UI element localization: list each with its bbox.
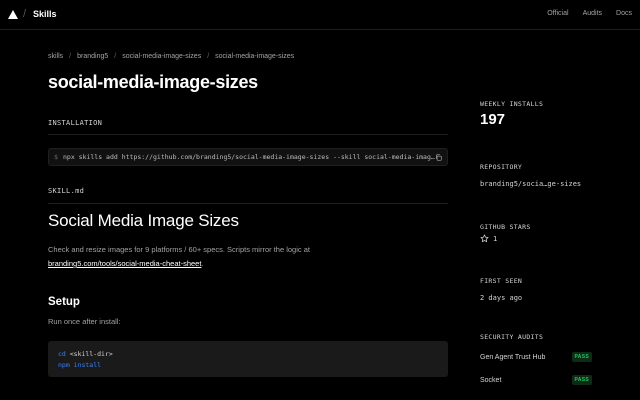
code-line-2: npm install <box>58 361 102 369</box>
logo-triangle-icon[interactable] <box>8 10 18 19</box>
github-stars-row: 1 <box>480 234 497 243</box>
setup-heading: Setup <box>48 296 80 308</box>
skill-file-label: SKILL.md <box>48 187 85 195</box>
breadcrumb-separator: / <box>114 53 117 60</box>
repository-label: REPOSITORY <box>480 163 523 171</box>
github-stars-label: GITHUB STARS <box>480 223 531 231</box>
breadcrumb: skills / branding5 / social-media-image-… <box>48 53 294 60</box>
breadcrumb-item[interactable]: skills <box>48 53 63 60</box>
weekly-installs-label-text: WEEKLY INSTALLS <box>480 100 544 108</box>
page-title: social-media-image-sizes <box>48 72 258 92</box>
first-seen-section: FIRST SEEN 2 days ago <box>480 277 620 302</box>
skill-description: Check and resize images for 9 platforms … <box>48 243 408 271</box>
nav-links: Official Audits Docs <box>547 10 632 17</box>
breadcrumb-separator: / <box>69 53 72 60</box>
audit-name: Gen Agent Trust Hub <box>480 353 546 361</box>
code-block: cd <skill-dir> npm install <box>48 341 448 377</box>
top-nav: / Skills Official Audits Docs <box>0 0 640 30</box>
github-stars-count: 1 <box>493 234 498 243</box>
repository-section: REPOSITORY branding5/socia…ge-sizes <box>480 163 620 188</box>
installation-label: INSTALLATION <box>48 119 103 127</box>
security-audits-section: SECURITY AUDITS <box>480 333 620 341</box>
description-text: Check and resize images for 9 platforms … <box>48 245 310 254</box>
audit-row[interactable]: Socket PASS <box>480 375 592 385</box>
copy-icon[interactable] <box>435 154 442 161</box>
code-keyword: cd <box>58 350 66 358</box>
nav-link-official[interactable]: Official <box>547 10 568 17</box>
nav-link-audits[interactable]: Audits <box>583 10 602 17</box>
repository-link[interactable]: branding5/socia…ge-sizes <box>480 180 620 188</box>
security-audits-label: SECURITY AUDITS <box>480 333 544 341</box>
status-badge: PASS <box>571 352 592 362</box>
star-icon <box>480 234 489 243</box>
status-badge: PASS <box>571 375 592 385</box>
github-stars-section: GITHUB STARS <box>480 223 620 231</box>
install-command[interactable]: npx skills add https://github.com/brandi… <box>63 153 435 161</box>
skill-heading: Social Media Image Sizes <box>48 211 239 230</box>
breadcrumb-item-current: social-media-image-sizes <box>215 53 295 60</box>
nav-separator: / <box>23 8 27 20</box>
code-argument: <skill-dir> <box>65 350 113 358</box>
breadcrumb-item[interactable]: social-media-image-sizes <box>122 53 201 60</box>
cheat-sheet-link[interactable]: branding5.com/tools/social-media-cheat-s… <box>48 259 201 268</box>
weekly-installs-count: 197 <box>480 111 506 128</box>
breadcrumb-separator: / <box>207 53 210 60</box>
audit-row[interactable]: Gen Agent Trust Hub PASS <box>480 352 592 362</box>
nav-title[interactable]: Skills <box>33 9 57 19</box>
first-seen-label: FIRST SEEN <box>480 277 523 285</box>
first-seen-value: 2 days ago <box>480 294 523 302</box>
breadcrumb-item[interactable]: branding5 <box>77 53 108 60</box>
setup-text: Run once after install: <box>48 317 121 326</box>
weekly-installs-label: WEEKLY INSTALLS <box>480 100 620 108</box>
audit-name: Socket <box>480 376 502 384</box>
description-suffix: . <box>201 259 204 268</box>
divider <box>48 203 448 204</box>
prompt-symbol: $ <box>54 153 58 161</box>
code-line-1: cd <skill-dir> <box>58 350 113 358</box>
nav-link-docs[interactable]: Docs <box>616 10 632 17</box>
divider <box>48 134 448 135</box>
install-command-box[interactable]: $ npx skills add https://github.com/bran… <box>48 148 448 166</box>
